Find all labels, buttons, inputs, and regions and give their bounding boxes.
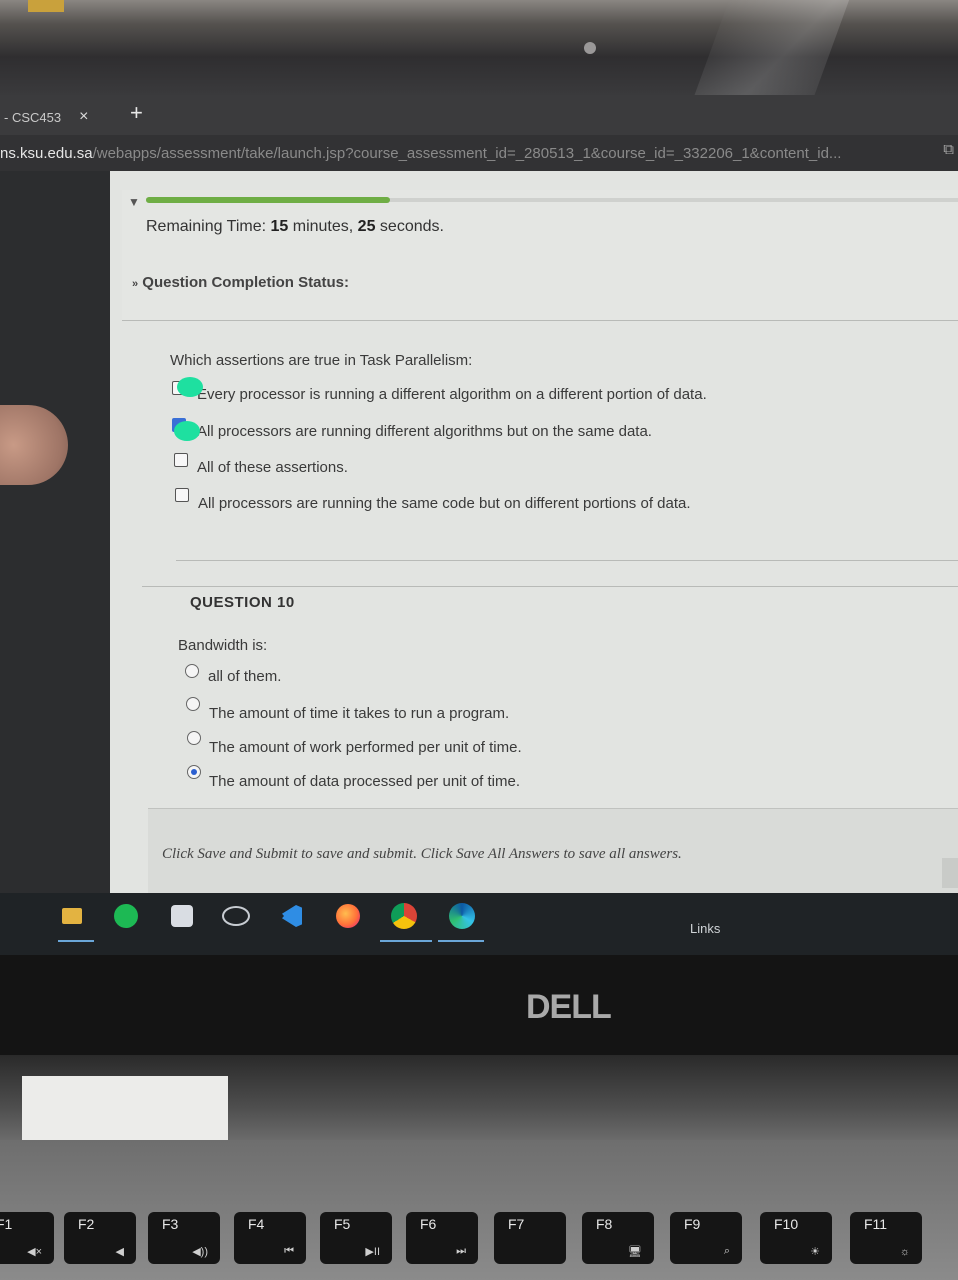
expand-chevron-icon: » [132, 278, 139, 290]
app-icon[interactable] [168, 902, 196, 930]
pen-icon[interactable] [222, 902, 250, 930]
taskbar [0, 893, 958, 955]
key-f8[interactable]: F8 🖥 [582, 1212, 654, 1264]
tab-title: - CSC453 [4, 109, 62, 125]
q10-prompt: Bandwidth is: [178, 637, 268, 654]
remaining-minutes: 15 [270, 218, 289, 235]
dell-logo: DELL [526, 988, 612, 1026]
screen-bezel-bottom [0, 955, 958, 1055]
active-app-indicator [380, 940, 432, 942]
q10-option-4-radio[interactable] [187, 765, 201, 779]
next-track-icon: ⏭ [456, 1245, 466, 1257]
q10-option-1-label[interactable]: all of them. [208, 668, 281, 685]
bezel-sticker [28, 0, 64, 12]
key-label: F4 [248, 1216, 265, 1232]
url-path: /webapps/assessment/take/launch.jsp?cour… [92, 144, 842, 162]
key-label: F8 [596, 1216, 613, 1232]
minutes-unit: minutes, [292, 218, 354, 235]
q9-option-4-label[interactable]: All processors are running the same code… [198, 495, 691, 512]
taskbar-links[interactable]: Links [690, 921, 720, 936]
left-dark-panel [0, 171, 110, 893]
q10-option-2-radio[interactable] [186, 697, 200, 711]
q10-option-1-radio[interactable] [185, 664, 199, 678]
mute-icon: ◀× [27, 1246, 42, 1258]
active-app-indicator [58, 940, 94, 942]
remaining-time: Remaining Time: 15 minutes, 25 seconds. [146, 218, 444, 236]
question-completion-status[interactable]: » Question Completion Status: [132, 274, 349, 291]
key-f2[interactable]: F2 ◀ [64, 1212, 136, 1264]
key-f7[interactable]: F7 [494, 1212, 566, 1264]
chrome-icon[interactable] [390, 902, 418, 930]
collapse-arrow-icon[interactable]: ▼ [128, 195, 140, 209]
completion-status-label: Question Completion Status: [142, 274, 349, 291]
q9-option-2-label[interactable]: All processors are running different alg… [197, 423, 652, 440]
question-10-heading: QUESTION 10 [190, 594, 295, 611]
remaining-time-label: Remaining Time: [146, 218, 267, 235]
brightness-up-icon: ☼ [899, 1246, 910, 1258]
scrollbar[interactable] [942, 858, 958, 888]
close-tab-icon[interactable]: × [79, 108, 88, 126]
key-label: F9 [684, 1216, 701, 1232]
file-explorer-icon[interactable] [58, 902, 86, 930]
key-label: F5 [334, 1216, 351, 1232]
volume-up-icon: ◀)) [192, 1246, 208, 1258]
firefox-icon[interactable] [334, 902, 362, 930]
remaining-seconds: 25 [357, 218, 376, 235]
spotify-icon[interactable] [112, 902, 140, 930]
divider [176, 560, 958, 561]
browser-tab[interactable]: - CSC453 × [0, 99, 150, 135]
search-icon: ⌕ [723, 1245, 730, 1257]
reader-view-icon[interactable]: ⧉ [943, 141, 954, 158]
q9-prompt: Which assertions are true in Task Parall… [170, 352, 473, 369]
key-f1[interactable]: F1 ◀× [0, 1212, 54, 1264]
key-f9[interactable]: F9 ⌕ [670, 1212, 742, 1264]
q10-option-4-label[interactable]: The amount of data processed per unit of… [209, 773, 520, 790]
divider [142, 586, 958, 587]
key-f4[interactable]: F4 ⏮ [234, 1212, 306, 1264]
address-bar[interactable]: ns.ksu.edu.sa/webapps/assessment/take/la… [0, 135, 958, 171]
new-tab-button[interactable]: + [130, 100, 143, 126]
green-highlight-mark [177, 377, 203, 397]
key-label: F6 [420, 1216, 437, 1232]
key-f10[interactable]: F10 ☀ [760, 1212, 832, 1264]
key-label: F7 [508, 1216, 525, 1232]
save-instructions: Click Save and Submit to save and submit… [162, 846, 682, 862]
edge-icon[interactable] [448, 902, 476, 930]
webcam [584, 42, 596, 54]
q10-option-3-radio[interactable] [187, 731, 201, 745]
play-pause-icon: ▶II [365, 1246, 380, 1258]
key-f5[interactable]: F5 ▶II [320, 1212, 392, 1264]
key-label: F10 [774, 1216, 799, 1232]
key-label: F1 [0, 1216, 13, 1232]
seconds-unit: seconds. [379, 218, 444, 235]
green-highlight-mark [174, 421, 200, 441]
vscode-icon[interactable] [278, 902, 306, 930]
key-label: F3 [162, 1216, 179, 1232]
timer-panel [122, 190, 958, 321]
q10-option-3-label[interactable]: The amount of work performed per unit of… [209, 739, 522, 756]
tab-bar: - CSC453 × [0, 95, 958, 135]
q9-option-4-checkbox[interactable] [175, 488, 189, 502]
key-label: F11 [864, 1216, 888, 1232]
key-label: F2 [78, 1216, 95, 1232]
url-host: ns.ksu.edu.sa [0, 144, 93, 162]
key-f11[interactable]: F11 ☼ [850, 1212, 922, 1264]
display-icon: 🖥 [628, 1246, 642, 1258]
q9-option-3-checkbox[interactable] [174, 453, 188, 467]
brightness-down-icon: ☀ [810, 1246, 820, 1258]
progress-bar [146, 197, 390, 203]
volume-down-icon: ◀ [115, 1246, 124, 1258]
key-f3[interactable]: F3 ◀)) [148, 1212, 220, 1264]
active-app-indicator [438, 940, 484, 942]
q10-option-2-label[interactable]: The amount of time it takes to run a pro… [209, 705, 509, 722]
key-f6[interactable]: F6 ⏭ [406, 1212, 478, 1264]
q9-option-3-label[interactable]: All of these assertions. [197, 459, 348, 476]
previous-track-icon: ⏮ [284, 1245, 294, 1257]
q9-option-1-label[interactable]: Every processor is running a different a… [197, 386, 707, 403]
